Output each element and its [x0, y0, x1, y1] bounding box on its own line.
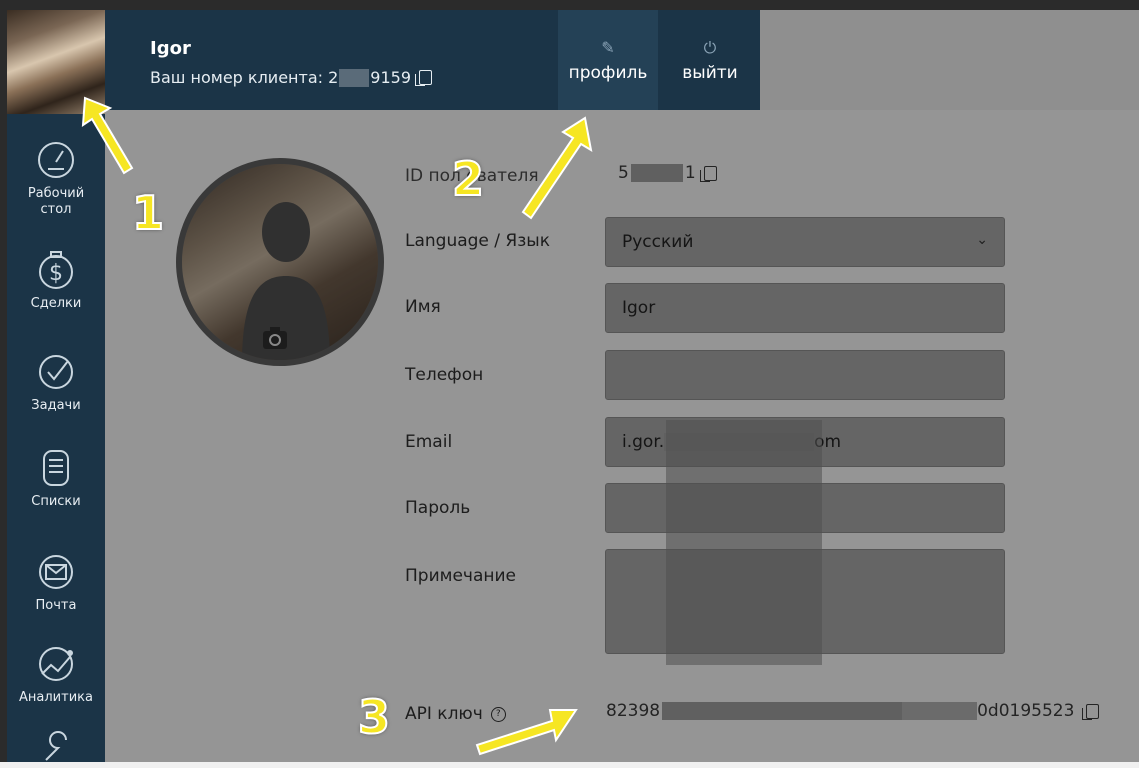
pencil-icon: ✎ — [601, 38, 615, 57]
name-field[interactable]: Igor — [605, 283, 1005, 333]
svg-text:$: $ — [49, 261, 63, 286]
sidebar-item-deals[interactable]: $ Сделки — [7, 250, 105, 312]
annotation-marker-2: 2 — [451, 151, 485, 207]
user-id-value: 5 1 — [618, 163, 717, 183]
language-label: Language / Язык — [405, 231, 550, 251]
checkmark-icon — [36, 352, 76, 392]
user-id-suffix: 1 — [684, 163, 696, 183]
copy-icon[interactable] — [1082, 703, 1100, 720]
sidebar-item-label: Задачи — [31, 398, 81, 413]
sidebar-item-tasks[interactable]: Задачи — [7, 352, 105, 414]
copy-icon[interactable] — [699, 165, 717, 182]
sidebar-item-label: Рабочий стол — [27, 186, 85, 217]
list-icon — [36, 448, 76, 488]
window-frame-top — [0, 0, 1139, 10]
header-dimmed-area — [760, 10, 1139, 110]
sidebar-item-mail[interactable]: Почта — [7, 552, 105, 614]
dollar-icon: $ — [36, 250, 76, 290]
client-number: Ваш номер клиента: 2 9159 — [150, 68, 433, 87]
sidebar-item-label: Почта — [35, 598, 77, 613]
annotation-marker-1: 1 — [131, 185, 165, 241]
user-name: Igor — [150, 38, 191, 59]
logout-button-label: выйти — [682, 63, 738, 83]
phone-field[interactable] — [605, 350, 1005, 400]
chevron-down-icon: ⌄ — [976, 232, 988, 248]
sidebar-item-settings[interactable] — [7, 722, 105, 768]
logout-button[interactable]: ⏻ выйти — [660, 10, 760, 110]
user-id-prefix: 5 — [618, 163, 629, 183]
wrench-icon — [36, 722, 76, 762]
language-select[interactable]: Русский ⌄ — [605, 217, 1005, 267]
name-field-value: Igor — [622, 298, 656, 318]
api-key-suffix: 0d0195523 — [977, 701, 1075, 721]
power-icon: ⏻ — [703, 38, 717, 57]
profile-button[interactable]: ✎ профиль — [558, 10, 658, 110]
blurred-region — [339, 68, 370, 87]
name-label: Имя — [405, 297, 441, 317]
analytics-icon — [36, 644, 76, 684]
sidebar-item-lists[interactable]: Списки — [7, 448, 105, 510]
annotation-arrow-1 — [81, 96, 134, 175]
annotation-marker-3: 3 — [357, 689, 391, 745]
sidebar-item-label: Аналитика — [19, 690, 93, 705]
annotation-arrow-2 — [521, 116, 593, 220]
sidebar-item-analytics[interactable]: Аналитика — [7, 644, 105, 706]
profile-button-label: профиль — [568, 63, 648, 83]
email-label: Email — [405, 432, 453, 452]
api-key-value: 82398 0d0195523 — [606, 701, 1100, 721]
copy-icon[interactable] — [415, 70, 433, 86]
window-frame-left — [0, 0, 7, 762]
blurred-region — [630, 164, 683, 182]
client-number-label: Ваш номер клиента: 2 — [150, 68, 339, 87]
password-label: Пароль — [405, 498, 471, 518]
blurred-region — [662, 702, 903, 720]
phone-label: Телефон — [405, 365, 484, 385]
blurred-region — [902, 702, 978, 720]
sidebar-item-label: Списки — [31, 494, 81, 509]
annotation-arrow-3 — [475, 709, 578, 756]
email-prefix: i.gor. — [622, 432, 665, 452]
language-selected-value: Русский — [622, 232, 694, 252]
api-key-prefix: 82398 — [606, 701, 661, 721]
note-label: Примечание — [405, 566, 516, 586]
camera-icon[interactable] — [260, 325, 290, 351]
blurred-region — [666, 420, 822, 665]
sidebar-item-label: Сделки — [30, 296, 82, 311]
client-number-suffix: 9159 — [370, 68, 412, 87]
mail-icon — [36, 552, 76, 592]
